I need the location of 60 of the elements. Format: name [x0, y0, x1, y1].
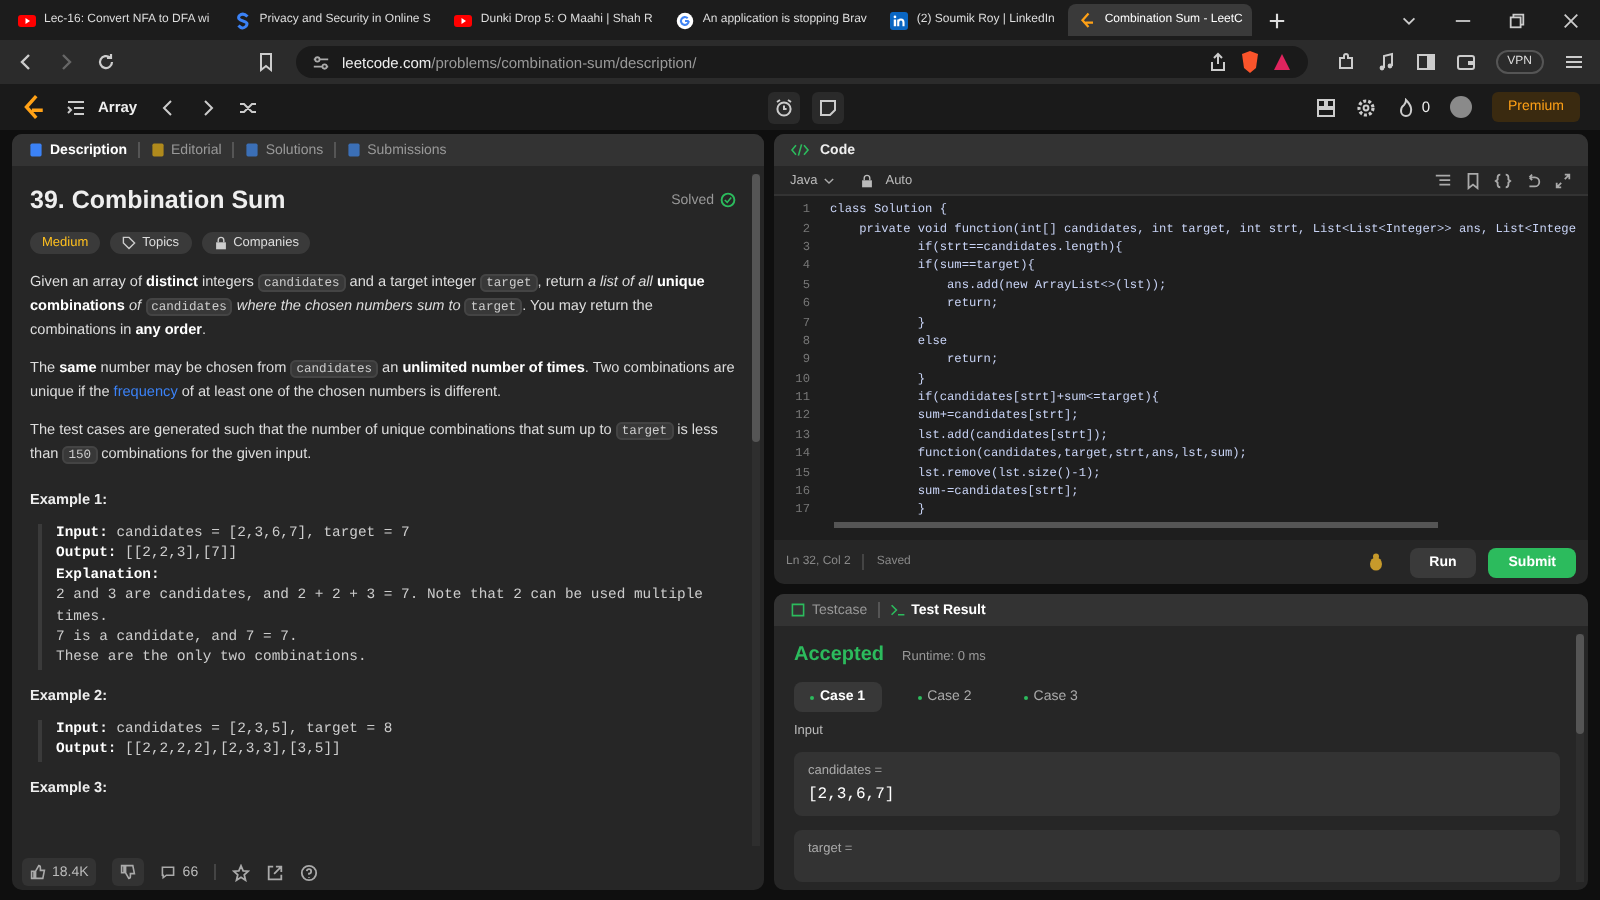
- bookmark-icon[interactable]: [256, 52, 276, 72]
- alarm-clock-button[interactable]: [768, 91, 800, 123]
- menu-icon[interactable]: [1564, 52, 1584, 72]
- check-circle-icon: [720, 192, 736, 208]
- code-brackets-icon: [790, 142, 810, 158]
- note-icon[interactable]: [818, 97, 838, 117]
- verdict-text: Accepted: [794, 644, 885, 666]
- undo-icon[interactable]: [1524, 171, 1542, 189]
- triangle-icon[interactable]: [1271, 52, 1292, 72]
- dislike-button[interactable]: [112, 858, 145, 886]
- document-icon[interactable]: [243, 142, 260, 158]
- share-icon[interactable]: [1207, 52, 1228, 72]
- document-icon[interactable]: [149, 142, 166, 158]
- layout-icon[interactable]: [1315, 97, 1336, 117]
- problem-title: 39. Combination Sum: [30, 186, 286, 214]
- lock-icon: [859, 173, 874, 187]
- lion-shield-icon[interactable]: [1239, 50, 1260, 74]
- thumbs-down-icon[interactable]: [120, 864, 137, 880]
- music-note-icon[interactable]: [1375, 52, 1396, 72]
- flame-icon[interactable]: [1395, 97, 1416, 117]
- previous-icon[interactable]: [157, 97, 178, 117]
- external-link-icon[interactable]: [266, 863, 285, 881]
- s-logo-icon: [233, 11, 252, 29]
- g-logo-icon: [676, 11, 695, 29]
- document-icon[interactable]: [28, 142, 44, 158]
- bracket-logo-icon: [1078, 11, 1097, 29]
- format-icon[interactable]: [1434, 171, 1452, 189]
- tag-icon[interactable]: [122, 236, 137, 250]
- expand-icon[interactable]: [1554, 171, 1572, 189]
- list-icon[interactable]: [66, 97, 86, 117]
- settings-icon[interactable]: [1355, 97, 1376, 117]
- puzzle-icon[interactable]: [1335, 52, 1356, 72]
- back-icon[interactable]: [16, 52, 36, 72]
- note-button[interactable]: [812, 91, 844, 123]
- wallet-icon[interactable]: [1455, 52, 1476, 72]
- forward-icon[interactable]: [56, 52, 76, 72]
- play-logo-icon: [18, 11, 36, 29]
- alarm-clock-icon[interactable]: [774, 97, 794, 117]
- parameter-value: [2,3,6,7]: [808, 786, 897, 804]
- bracket-logo-icon[interactable]: [20, 94, 46, 120]
- restore-icon[interactable]: [1508, 11, 1526, 29]
- thumbs-up-icon[interactable]: [30, 864, 46, 880]
- lock-icon[interactable]: [213, 236, 228, 250]
- square-icon[interactable]: [790, 602, 806, 618]
- in-logo-icon: [890, 11, 909, 29]
- bookmark-icon[interactable]: [1464, 171, 1482, 189]
- close-icon[interactable]: [1562, 11, 1580, 29]
- avatar[interactable]: [1449, 96, 1472, 118]
- chevron-down-icon[interactable]: [821, 173, 836, 187]
- reload-icon[interactable]: [96, 52, 116, 72]
- sliders-icon[interactable]: [312, 53, 330, 71]
- star-icon[interactable]: [232, 863, 251, 881]
- comment-icon[interactable]: [160, 864, 177, 880]
- sidebar-icon[interactable]: [1415, 52, 1436, 72]
- braces-icon[interactable]: [1494, 171, 1512, 189]
- document-icon[interactable]: [345, 142, 362, 158]
- help-icon[interactable]: [300, 863, 319, 881]
- terminal-icon[interactable]: [889, 602, 906, 618]
- play-logo-icon: [454, 11, 473, 29]
- shuffle-icon[interactable]: [237, 97, 258, 117]
